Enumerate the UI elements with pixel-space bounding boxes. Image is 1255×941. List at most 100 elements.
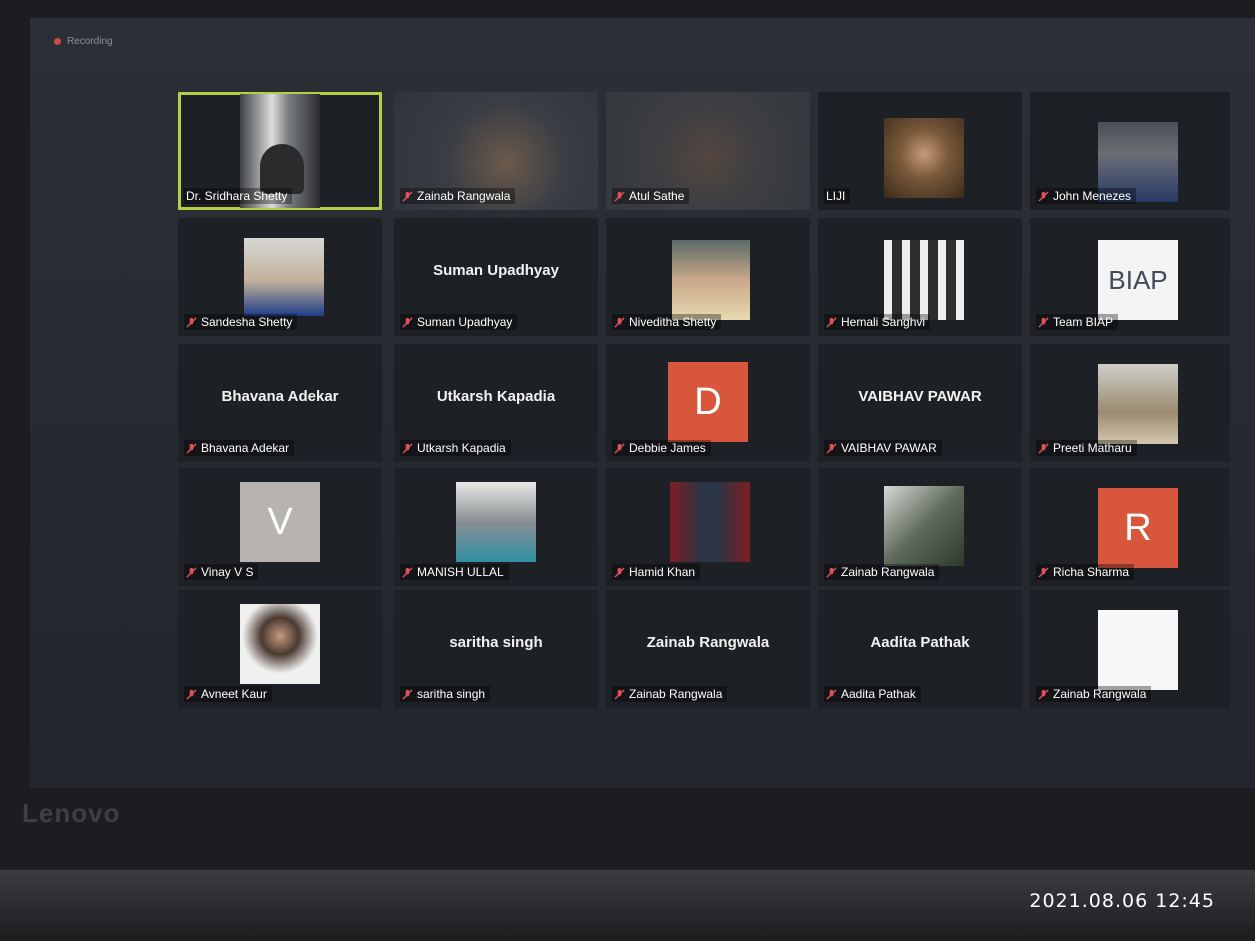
participant-tile[interactable]: R Richa Sharma xyxy=(1030,468,1230,586)
participant-name: Suman Upadhyay xyxy=(417,315,513,329)
participant-name: Hamid Khan xyxy=(629,565,696,579)
participant-label: Avneet Kaur xyxy=(184,686,272,702)
participant-tile[interactable]: Hamid Khan xyxy=(606,468,810,586)
participant-tile[interactable]: John Menezes xyxy=(1030,92,1230,210)
participant-name: Sandesha Shetty xyxy=(201,315,293,329)
participant-tile[interactable]: Zainab Rangwala Zainab Rangwala xyxy=(606,590,810,708)
participant-tile[interactable]: D Debbie James xyxy=(606,344,810,462)
participant-tile[interactable]: Zainab Rangwala xyxy=(1030,590,1230,708)
participant-label: saritha singh xyxy=(400,686,491,702)
photo-timestamp: 2021.08.06 12:45 xyxy=(1029,890,1215,912)
mic-muted-icon xyxy=(402,566,413,578)
participant-tile[interactable]: Suman Upadhyay Suman Upadhyay xyxy=(394,218,598,336)
participant-name: Niveditha Shetty xyxy=(629,315,717,329)
participant-video xyxy=(240,604,320,684)
mic-muted-icon xyxy=(614,566,625,578)
participant-video xyxy=(1098,610,1178,690)
participant-tile[interactable]: Zainab Rangwala xyxy=(818,468,1022,586)
participant-name: Team BIAP xyxy=(1053,315,1114,329)
participant-tile[interactable]: Atul Sathe xyxy=(606,92,810,210)
participant-video xyxy=(670,482,750,562)
participant-tile[interactable]: MANISH ULLAL xyxy=(394,468,598,586)
mic-muted-icon xyxy=(186,566,197,578)
participant-name: Utkarsh Kapadia xyxy=(417,441,506,455)
recording-label: Recording xyxy=(67,36,113,47)
participant-name: VAIBHAV PAWAR xyxy=(841,441,937,455)
participant-tile[interactable]: Utkarsh Kapadia Utkarsh Kapadia xyxy=(394,344,598,462)
participant-video xyxy=(672,240,750,320)
mic-muted-icon xyxy=(826,442,837,454)
participant-label: Zainab Rangwala xyxy=(400,188,516,204)
participant-tile[interactable]: Aadita Pathak Aadita Pathak xyxy=(818,590,1022,708)
mic-muted-icon xyxy=(402,316,413,328)
mic-muted-icon xyxy=(186,442,197,454)
participant-tile[interactable]: Niveditha Shetty xyxy=(606,218,810,336)
participant-tile[interactable]: VAIBHAV PAWAR VAIBHAV PAWAR xyxy=(818,344,1022,462)
mic-muted-icon xyxy=(1038,688,1049,700)
participant-name: Preeti Matharu xyxy=(1053,441,1132,455)
mic-muted-icon xyxy=(402,688,413,700)
participant-video xyxy=(884,240,964,320)
participant-tile[interactable]: Sandesha Shetty xyxy=(178,218,382,336)
mic-muted-icon xyxy=(826,566,837,578)
mic-muted-icon xyxy=(402,442,413,454)
participant-name: Aadita Pathak xyxy=(841,687,916,701)
participant-tile[interactable]: Avneet Kaur xyxy=(178,590,382,708)
recording-indicator[interactable]: Recording xyxy=(54,36,113,47)
participant-label: Vinay V S xyxy=(184,564,259,580)
participant-label: Preeti Matharu xyxy=(1036,440,1137,456)
participant-display-name: Suman Upadhyay xyxy=(433,262,559,279)
participant-label: Hemali Sanghvi xyxy=(824,314,931,330)
participant-name: Atul Sathe xyxy=(629,189,685,203)
participant-tile[interactable]: V Vinay V S xyxy=(178,468,382,586)
participant-name: Dr. Sridhara Shetty xyxy=(186,189,288,203)
participant-name: Vinay V S xyxy=(201,565,254,579)
team-logo: BIAP xyxy=(1098,240,1178,320)
participant-tile[interactable]: Preeti Matharu xyxy=(1030,344,1230,462)
participant-display-name: Utkarsh Kapadia xyxy=(436,388,556,405)
participant-tile[interactable]: Dr. Sridhara Shetty xyxy=(178,92,382,210)
mic-muted-icon xyxy=(1038,442,1049,454)
participant-name: MANISH ULLAL xyxy=(417,565,504,579)
participant-name: Zainab Rangwala xyxy=(629,687,723,701)
participant-label: Debbie James xyxy=(612,440,711,456)
mic-muted-icon xyxy=(402,190,413,202)
participant-name: Bhavana Adekar xyxy=(201,441,290,455)
mic-muted-icon xyxy=(614,442,625,454)
participant-display-name: Zainab Rangwala xyxy=(646,634,770,651)
meeting-screen: Recording Dr. Sridhara Shetty Zainab Ran… xyxy=(30,18,1255,788)
participant-tile[interactable]: Bhavana Adekar Bhavana Adekar xyxy=(178,344,382,462)
recording-dot-icon xyxy=(54,38,61,45)
participant-label: Suman Upadhyay xyxy=(400,314,518,330)
mic-muted-icon xyxy=(1038,316,1049,328)
participant-label: Sandesha Shetty xyxy=(184,314,298,330)
participant-label: Bhavana Adekar xyxy=(184,440,295,456)
laptop-brand-logo: Lenovo xyxy=(22,798,121,828)
participant-label: Atul Sathe xyxy=(612,188,690,204)
participant-tile[interactable]: BIAP Team BIAP xyxy=(1030,218,1230,336)
participant-video xyxy=(456,482,536,562)
participant-display-name: saritha singh xyxy=(449,634,543,651)
mic-muted-icon xyxy=(614,688,625,700)
participant-label: Hamid Khan xyxy=(612,564,701,580)
participant-name: John Menezes xyxy=(1053,189,1132,203)
avatar: D xyxy=(668,362,748,442)
participant-label: Aadita Pathak xyxy=(824,686,921,702)
participant-name: Hemali Sanghvi xyxy=(841,315,926,329)
participant-label: MANISH ULLAL xyxy=(400,564,509,580)
mic-muted-icon xyxy=(186,688,197,700)
participant-tile[interactable]: Zainab Rangwala xyxy=(394,92,598,210)
avatar: R xyxy=(1098,488,1178,568)
mic-muted-icon xyxy=(614,190,625,202)
participant-label: Richa Sharma xyxy=(1036,564,1135,580)
participant-name: saritha singh xyxy=(417,687,486,701)
participant-label: John Menezes xyxy=(1036,188,1137,204)
participant-name: Avneet Kaur xyxy=(201,687,267,701)
participant-label: Team BIAP xyxy=(1036,314,1119,330)
participant-name: Zainab Rangwala xyxy=(417,189,511,203)
participant-tile[interactable]: LIJI xyxy=(818,92,1022,210)
participant-tile[interactable]: saritha singh saritha singh xyxy=(394,590,598,708)
participant-label: Niveditha Shetty xyxy=(612,314,722,330)
participant-tile[interactable]: Hemali Sanghvi xyxy=(818,218,1022,336)
participant-label: Zainab Rangwala xyxy=(1036,686,1152,702)
